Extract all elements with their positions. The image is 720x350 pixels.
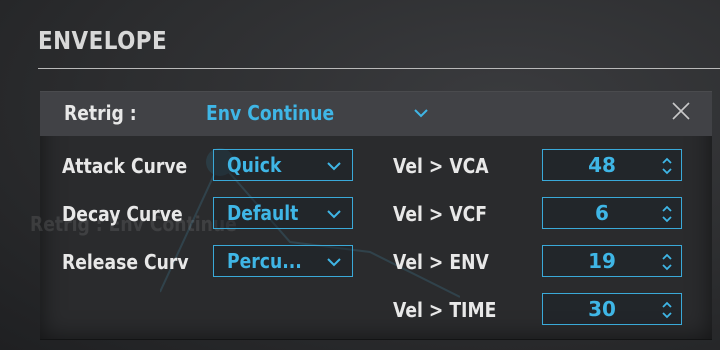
- chevron-down-icon: [327, 162, 341, 171]
- vel-vca-label: Vel > VCA: [393, 154, 489, 178]
- up-down-arrows-icon[interactable]: [662, 301, 672, 319]
- vel-vca-value: 48: [588, 153, 616, 177]
- retrig-label: Retrig :: [64, 101, 137, 125]
- vel-env-value: 19: [588, 249, 616, 273]
- up-down-arrows-icon[interactable]: [662, 253, 672, 271]
- vel-vca-stepper[interactable]: 48: [542, 149, 682, 181]
- close-icon[interactable]: [670, 100, 692, 122]
- decay-curve-dropdown[interactable]: Default: [213, 197, 353, 229]
- up-down-arrows-icon[interactable]: [662, 205, 672, 223]
- retrig-mode-select[interactable]: Env Continue: [206, 101, 334, 125]
- chevron-down-icon[interactable]: [412, 106, 430, 120]
- vel-env-label: Vel > ENV: [393, 250, 489, 274]
- chevron-down-icon: [327, 210, 341, 219]
- attack-curve-dropdown[interactable]: Quick: [213, 149, 353, 181]
- title-divider: [38, 68, 720, 69]
- up-down-arrows-icon[interactable]: [662, 157, 672, 175]
- vel-vcf-label: Vel > VCF: [393, 202, 488, 226]
- vel-vcf-stepper[interactable]: 6: [542, 197, 682, 229]
- attack-curve-label: Attack Curve: [62, 154, 188, 178]
- vel-time-label: Vel > TIME: [393, 298, 497, 322]
- decay-curve-value: Default: [227, 201, 299, 225]
- release-curve-dropdown[interactable]: Percu...: [213, 245, 353, 277]
- vel-vcf-value: 6: [595, 201, 609, 225]
- release-curve-label: Release Curv: [62, 250, 189, 274]
- vel-env-stepper[interactable]: 19: [542, 245, 682, 277]
- attack-curve-value: Quick: [227, 153, 282, 177]
- chevron-down-icon: [327, 258, 341, 267]
- decay-curve-label: Decay Curve: [62, 202, 183, 226]
- vel-time-stepper[interactable]: 30: [542, 293, 682, 325]
- panel-header: [40, 92, 712, 136]
- section-title: ENVELOPE: [38, 26, 168, 55]
- release-curve-value: Percu...: [227, 249, 302, 273]
- vel-time-value: 30: [588, 297, 616, 321]
